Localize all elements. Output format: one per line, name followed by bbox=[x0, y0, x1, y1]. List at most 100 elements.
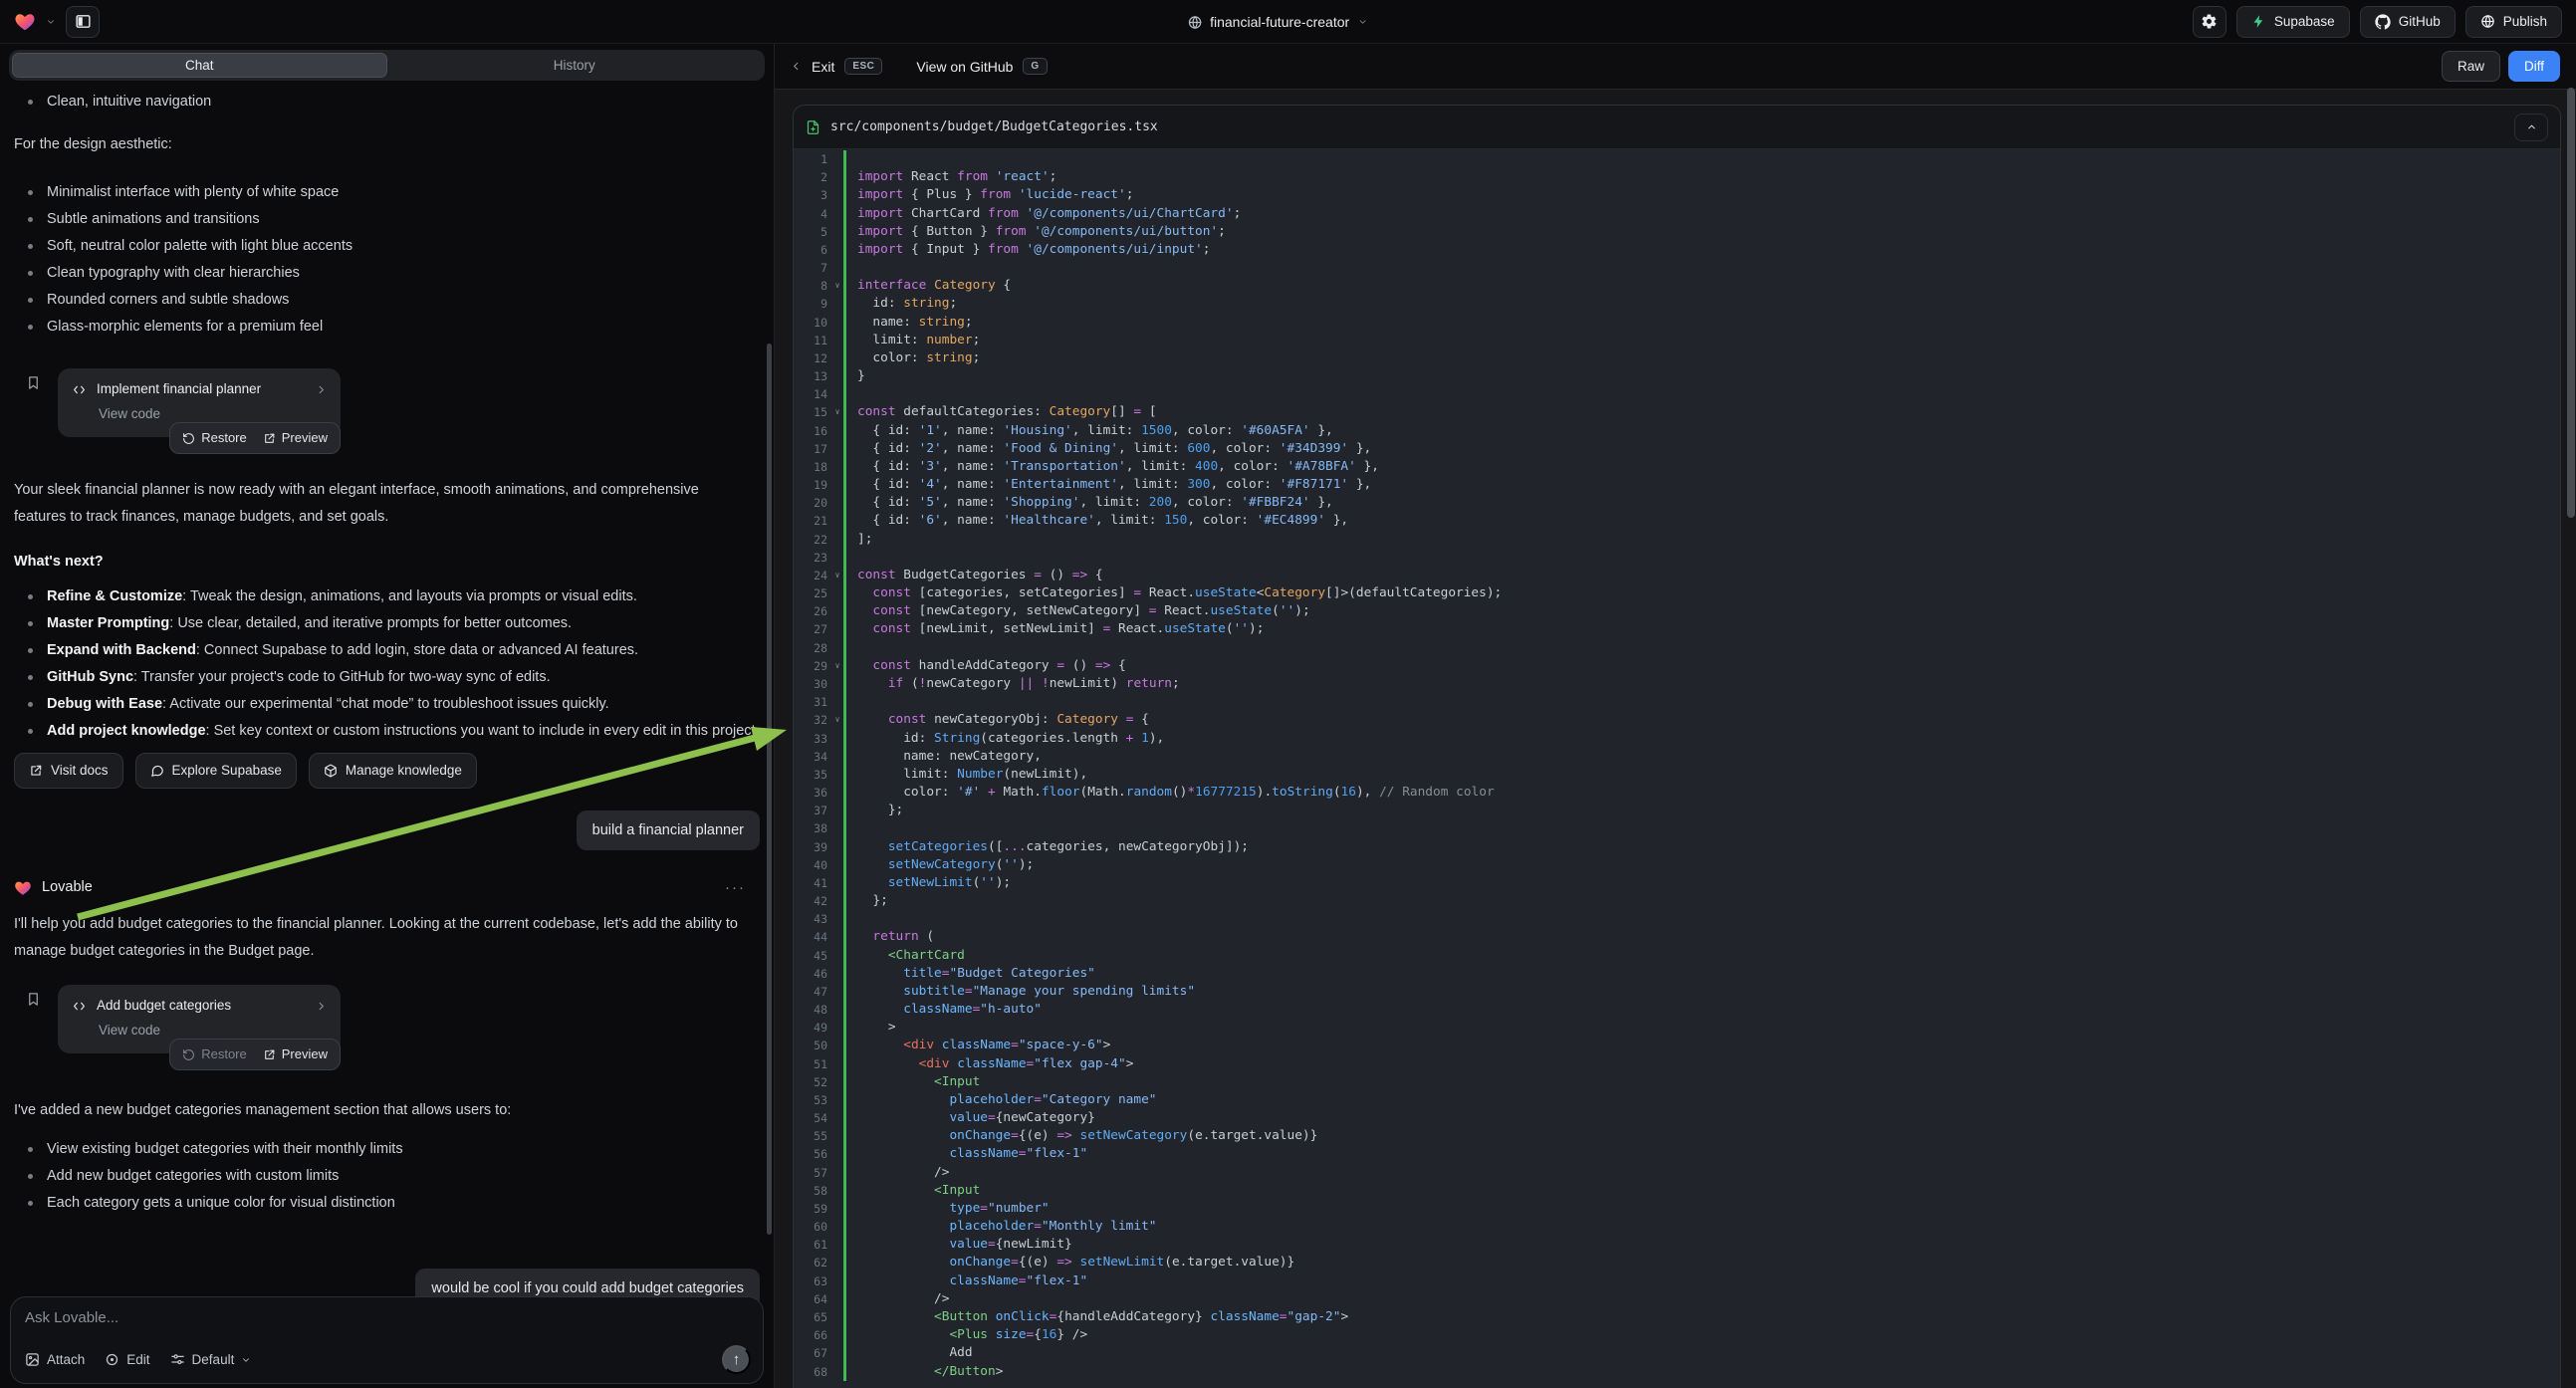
list-item: Glass-morphic elements for a premium fee… bbox=[14, 314, 760, 341]
view-on-github-button[interactable]: View on GitHub G bbox=[916, 58, 1047, 75]
bookmark-icon[interactable] bbox=[26, 374, 41, 391]
code-line: 25 const [categories, setCategories] = R… bbox=[794, 584, 2560, 602]
code-line: 59 type="number" bbox=[794, 1200, 2560, 1218]
list-item: Rounded corners and subtle shadows bbox=[14, 287, 760, 314]
code-line: 38 bbox=[794, 819, 2560, 837]
chat-input[interactable] bbox=[25, 1309, 749, 1326]
code-line: 33 id: String(categories.length + 1), bbox=[794, 730, 2560, 748]
version-title: Add budget categories bbox=[97, 997, 306, 1015]
code-line: 64 /> bbox=[794, 1290, 2560, 1308]
file-header[interactable]: src/components/budget/BudgetCategories.t… bbox=[794, 106, 2560, 149]
version-actions: Restore Preview bbox=[169, 422, 341, 454]
code-line: 11 limit: number; bbox=[794, 332, 2560, 349]
code-line: 66 <Plus size={16} /> bbox=[794, 1326, 2560, 1344]
code-line: 34 name: newCategory, bbox=[794, 748, 2560, 766]
visit-docs-button[interactable]: Visit docs bbox=[14, 753, 123, 789]
code-line: 30 if (!newCategory || !newLimit) return… bbox=[794, 675, 2560, 693]
globe-icon bbox=[2480, 14, 2495, 29]
view-code-link[interactable]: View code bbox=[99, 405, 327, 423]
list-item: Add new budget categories with custom li… bbox=[14, 1163, 760, 1190]
code-line: 32∨ const newCategoryObj: Category = { bbox=[794, 711, 2560, 729]
code-line: 17 { id: '2', name: 'Food & Dining', lim… bbox=[794, 440, 2560, 458]
code-line: 50 <div className="space-y-6"> bbox=[794, 1037, 2560, 1054]
code-line: 54 value={newCategory} bbox=[794, 1109, 2560, 1127]
code-line: 65 <Button onClick={handleAddCategory} c… bbox=[794, 1308, 2560, 1326]
sidebar-toggle-icon bbox=[75, 13, 92, 30]
code-line: 63 className="flex-1" bbox=[794, 1272, 2560, 1290]
tab-history[interactable]: History bbox=[387, 53, 763, 78]
list-item: Master Prompting: Use clear, detailed, a… bbox=[14, 610, 760, 637]
bookmark-icon[interactable] bbox=[26, 991, 41, 1008]
view-code-link[interactable]: View code bbox=[99, 1022, 327, 1040]
file-plus-icon bbox=[806, 119, 820, 135]
code-line: 68 </Button> bbox=[794, 1363, 2560, 1381]
version-actions: Restore Preview bbox=[169, 1039, 341, 1070]
supabase-button[interactable]: Supabase bbox=[2236, 6, 2350, 38]
preview-button[interactable]: Preview bbox=[263, 1046, 328, 1062]
project-name: financial-future-creator bbox=[1210, 14, 1349, 30]
chat-messages[interactable]: Clean, intuitive navigation For the desi… bbox=[0, 81, 774, 1388]
code-line: 10 name: string; bbox=[794, 314, 2560, 332]
chat-panel: Chat History Clean, intuitive navigation… bbox=[0, 44, 775, 1388]
code-line: 43 bbox=[794, 910, 2560, 928]
file-card: src/components/budget/BudgetCategories.t… bbox=[793, 105, 2561, 1388]
code-line: 9 id: string; bbox=[794, 295, 2560, 313]
code-lines[interactable]: 12import React from 'react';3import { Pl… bbox=[794, 149, 2560, 1381]
manage-knowledge-button[interactable]: Manage knowledge bbox=[309, 753, 477, 789]
lovable-logo[interactable] bbox=[14, 11, 36, 33]
code-line: 57 /> bbox=[794, 1164, 2560, 1182]
send-button[interactable]: ↑ bbox=[722, 1345, 751, 1374]
list-item: Clean typography with clear hierarchies bbox=[14, 260, 760, 287]
code-line: 12 color: string; bbox=[794, 349, 2560, 367]
list-item: Soft, neutral color palette with light b… bbox=[14, 233, 760, 260]
external-link-icon bbox=[263, 432, 276, 445]
top-header: financial-future-creator Supabase GitHub bbox=[0, 0, 2576, 44]
chevron-down-icon bbox=[1357, 17, 1367, 27]
code-line: 16 { id: '1', name: 'Housing', limit: 15… bbox=[794, 422, 2560, 440]
collapse-button[interactable] bbox=[2514, 114, 2548, 141]
code-line: 55 onChange={(e) => setNewCategory(e.tar… bbox=[794, 1127, 2560, 1145]
chevron-down-icon[interactable] bbox=[46, 17, 56, 27]
diff-button[interactable]: Diff bbox=[2508, 51, 2560, 82]
code-line: 14 bbox=[794, 385, 2560, 403]
code-line: 62 onChange={(e) => setNewLimit(e.target… bbox=[794, 1254, 2560, 1272]
model-selector[interactable]: Default bbox=[170, 1352, 252, 1367]
restore-button[interactable]: Restore bbox=[182, 430, 247, 446]
publish-button[interactable]: Publish bbox=[2465, 6, 2562, 38]
list-item: Add project knowledge: Set key context o… bbox=[14, 718, 760, 745]
code-line: 20 { id: '5', name: 'Shopping', limit: 2… bbox=[794, 494, 2560, 512]
tab-chat[interactable]: Chat bbox=[12, 53, 387, 78]
code-line: 29∨ const handleAddCategory = () => { bbox=[794, 657, 2560, 675]
code-icon bbox=[72, 383, 87, 396]
project-switcher[interactable]: financial-future-creator bbox=[1187, 0, 1367, 44]
code-line: 49 > bbox=[794, 1019, 2560, 1037]
list-item: GitHub Sync: Transfer your project's cod… bbox=[14, 664, 760, 691]
assistant-name: Lovable bbox=[42, 874, 93, 901]
sliders-icon bbox=[170, 1352, 185, 1367]
chat-scrollbar[interactable] bbox=[767, 344, 772, 1235]
raw-button[interactable]: Raw bbox=[2442, 51, 2500, 82]
edit-button[interactable]: Edit bbox=[105, 1352, 149, 1367]
preview-button[interactable]: Preview bbox=[263, 430, 328, 446]
composer: Attach Edit Default bbox=[10, 1296, 764, 1384]
settings-button[interactable] bbox=[2193, 6, 2226, 38]
sidebar-toggle-button[interactable] bbox=[66, 6, 100, 38]
lovable-logo bbox=[14, 879, 32, 897]
code-line: 40 setNewCategory(''); bbox=[794, 856, 2560, 874]
exit-button[interactable]: Exit ESC bbox=[791, 58, 882, 75]
code-line: 1 bbox=[794, 150, 2560, 168]
github-button[interactable]: GitHub bbox=[2360, 6, 2456, 38]
chat-history-tabs: Chat History bbox=[9, 50, 765, 81]
code-line: 8∨interface Category { bbox=[794, 277, 2560, 295]
code-line: 15∨const defaultCategories: Category[] =… bbox=[794, 403, 2560, 421]
window-scrollbar[interactable] bbox=[2567, 88, 2575, 518]
version-card-implement-financial-planner: Implement financial planner View code Re… bbox=[58, 368, 341, 437]
design-heading: For the design aesthetic: bbox=[14, 131, 741, 158]
restore-button[interactable]: Restore bbox=[182, 1046, 247, 1062]
more-menu-icon[interactable]: ··· bbox=[725, 874, 746, 901]
code-line: 26 const [newCategory, setNewCategory] =… bbox=[794, 602, 2560, 620]
attach-button[interactable]: Attach bbox=[25, 1352, 85, 1367]
code-line: 46 title="Budget Categories" bbox=[794, 965, 2560, 983]
explore-supabase-button[interactable]: Explore Supabase bbox=[135, 753, 297, 789]
esc-kbd: ESC bbox=[844, 58, 882, 75]
